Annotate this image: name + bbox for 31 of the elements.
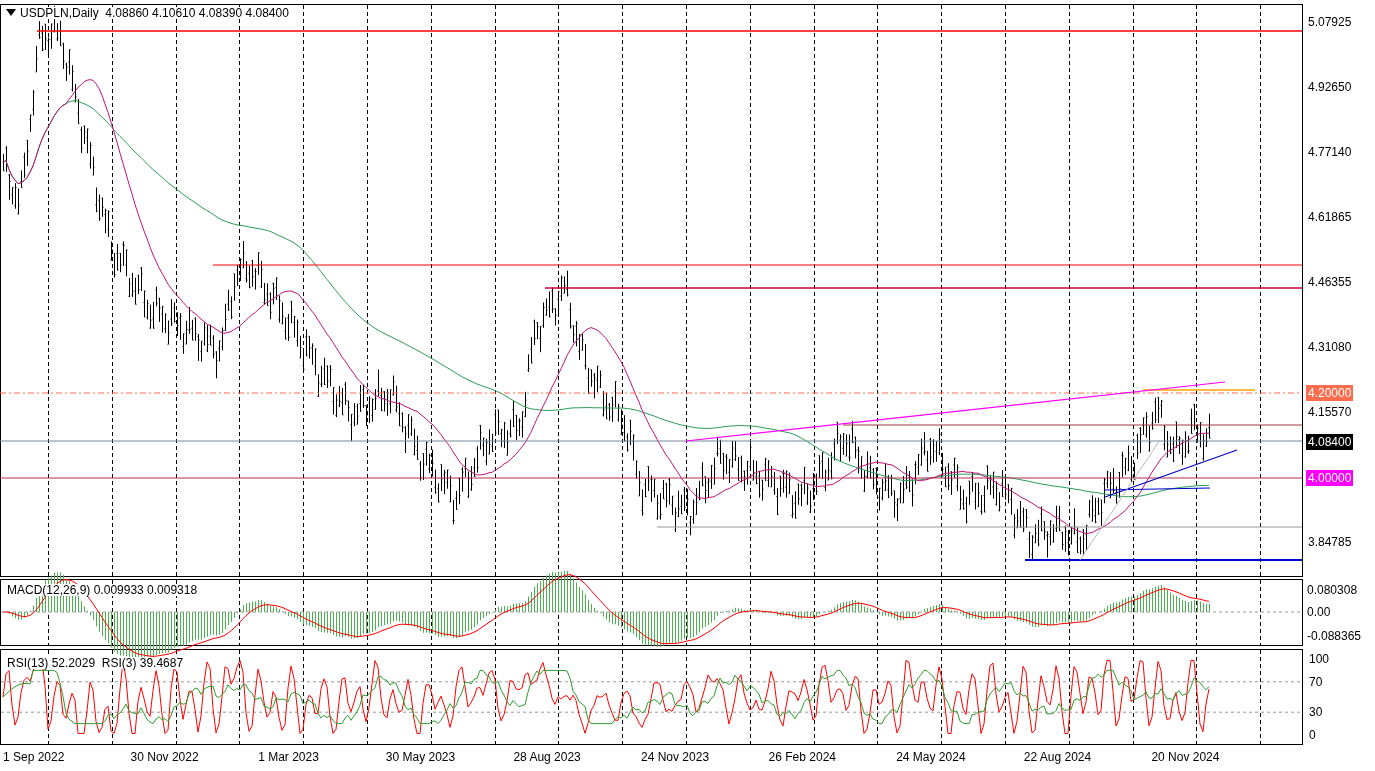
date-axis-label: 20 Nov 2024 <box>1151 751 1220 763</box>
date-axis-label: 26 Feb 2024 <box>768 751 836 763</box>
date-axis-label: 24 May 2024 <box>896 751 966 763</box>
macd-axis-label: 0.080308 <box>1307 584 1358 596</box>
price-marker-label: 4.08400 <box>1306 434 1354 451</box>
price-axis-label: 4.31080 <box>1308 340 1352 353</box>
price-axis-label: 5.07925 <box>1308 16 1352 28</box>
price-axis-label: 4.77140 <box>1308 146 1352 158</box>
date-axis-label: 30 May 2023 <box>385 751 456 763</box>
rsi-indicator-label: RSI(13) 52.2029 RSI(3) 39.4687 <box>7 657 184 669</box>
price-marker-label: 4.00000 <box>1306 469 1354 486</box>
macd-indicator-label: MACD(12,26,9) 0.009933 0.009318 <box>7 584 198 596</box>
rsi-axis-label: 100 <box>1309 653 1330 665</box>
price-axis-label: 4.61865 <box>1308 210 1352 223</box>
price-axis-label: 4.15570 <box>1308 406 1352 418</box>
date-axis-label: 1 Sep 2022 <box>3 751 65 763</box>
macd-axis-label: 0.00 <box>1307 606 1331 618</box>
price-marker-label: 4.20000 <box>1306 385 1354 402</box>
rsi-axis-label: 0 <box>1309 729 1316 741</box>
date-axis-label: 28 Aug 2023 <box>513 751 581 763</box>
price-axis-label: 3.84785 <box>1308 536 1352 548</box>
date-axis-label: 22 Aug 2024 <box>1023 751 1092 763</box>
price-axis-label: 4.92650 <box>1308 80 1352 93</box>
date-axis-label: 24 Nov 2023 <box>641 751 710 763</box>
date-axis-label: 30 Nov 2022 <box>130 751 199 763</box>
rsi-axis-label: 30 <box>1309 706 1323 719</box>
date-axis-label: 1 Mar 2023 <box>258 751 319 763</box>
rsi-axis-label: 70 <box>1309 675 1323 688</box>
dropdown-triangle-icon <box>6 9 16 16</box>
macd-axis-label: -0.088365 <box>1307 630 1362 642</box>
price-axis-label: 4.46355 <box>1308 276 1352 288</box>
